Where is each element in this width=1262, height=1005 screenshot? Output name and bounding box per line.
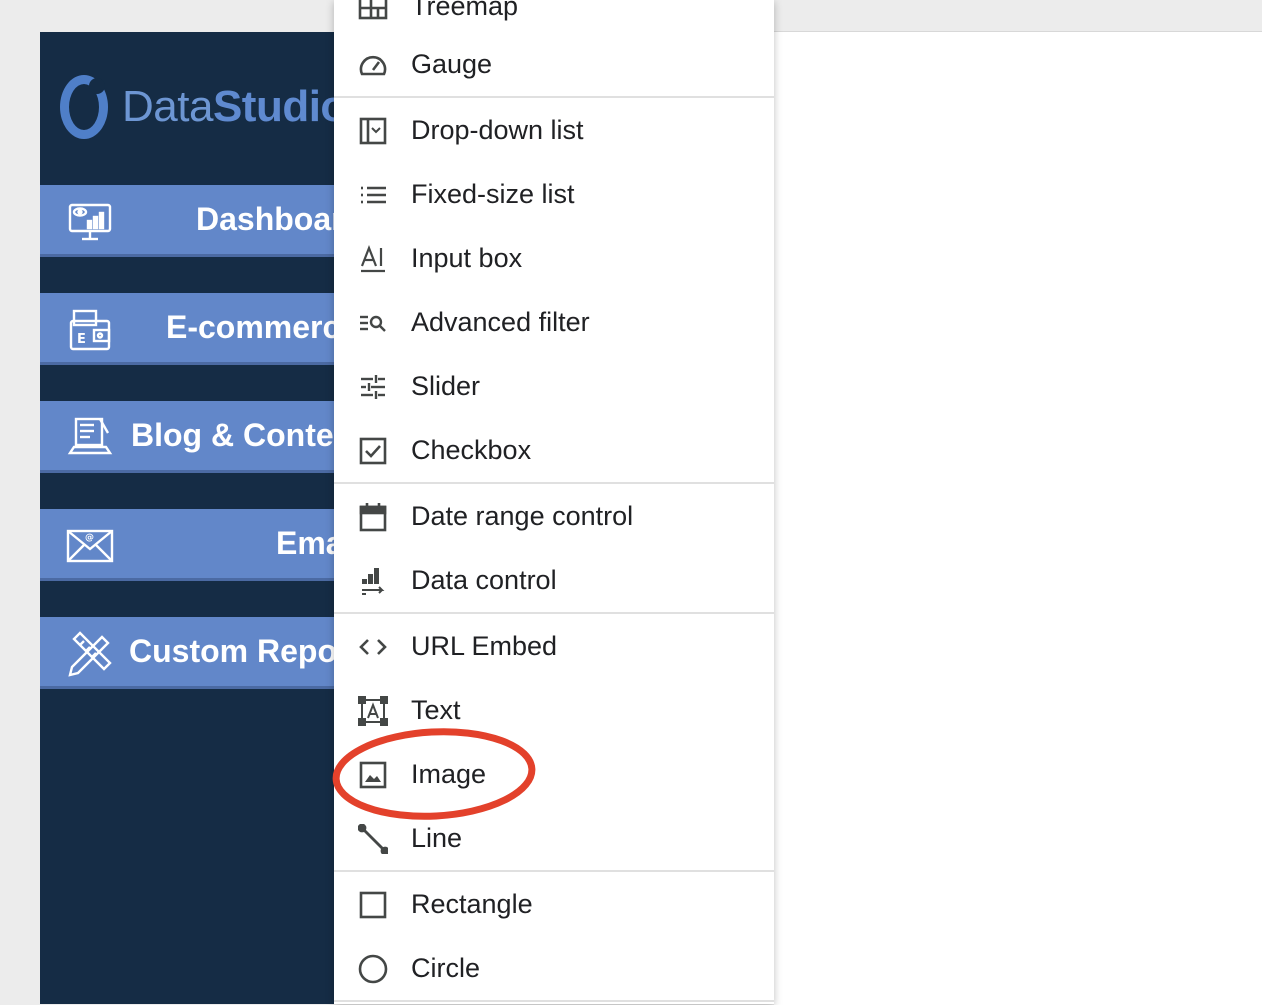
- menu-item-label: Text: [411, 694, 461, 725]
- report-canvas[interactable]: [774, 31, 1262, 1005]
- laptop-document-icon: [67, 417, 113, 455]
- nav-button-label: Blog & Content: [131, 417, 340, 453]
- menu-item-label: Gauge: [411, 48, 493, 79]
- menu-item-label: Circle: [411, 952, 481, 983]
- pencil-ruler-icon: [68, 631, 112, 677]
- checkbox-icon: [359, 437, 387, 465]
- menu-item-label: Fixed-size list: [411, 178, 575, 209]
- report-sidebar-panel: DataStudio Dashboard E E-commerce Blog &…: [40, 32, 340, 1004]
- menu-item-label: Input box: [411, 242, 523, 273]
- logo-text: DataStudio: [122, 82, 340, 131]
- nav-button-label: Dashboard: [196, 201, 340, 237]
- menu-item-gauge[interactable]: Gauge: [334, 32, 774, 96]
- menu-item-label: URL Embed: [411, 630, 558, 661]
- menu-item-data-control[interactable]: Data control: [334, 548, 774, 612]
- menu-item-label: Data control: [411, 564, 557, 595]
- datastudio-logo: DataStudio: [60, 62, 340, 152]
- menu-item-label: Line: [411, 822, 463, 853]
- insert-chart-menu: Treemap Gauge Drop-down list Fixed-size …: [334, 0, 774, 1004]
- menu-item-label: Rectangle: [411, 888, 533, 919]
- menu-item-label: Date range control: [411, 500, 634, 531]
- svg-text:E: E: [77, 332, 86, 347]
- gauge-icon: [359, 55, 387, 76]
- rectangle-icon: [359, 891, 387, 919]
- menu-item-rectangle[interactable]: Rectangle: [334, 872, 774, 936]
- nav-button-label: E-commerce: [166, 309, 340, 345]
- menu-divider: [334, 1000, 774, 1002]
- logo-ring-icon: [60, 75, 108, 139]
- monitor-analytics-icon: [68, 203, 112, 241]
- dropdown-list-icon: [359, 117, 387, 145]
- highlight-circle-annotation: [332, 728, 536, 820]
- nav-button-ecommerce[interactable]: E E-commerce: [40, 293, 340, 365]
- nav-button-label: Custom Reports: [129, 633, 340, 669]
- menu-item-label: Slider: [411, 370, 481, 401]
- nav-button-email[interactable]: @ Email: [40, 509, 340, 581]
- menu-item-checkbox[interactable]: Checkbox: [334, 418, 774, 482]
- menu-item-date-range-control[interactable]: Date range control: [334, 484, 774, 548]
- envelope-icon: @: [66, 529, 114, 563]
- menu-item-advanced-filter[interactable]: Advanced filter: [334, 290, 774, 354]
- treemap-icon: [358, 0, 388, 20]
- fixed-list-icon: [361, 186, 386, 204]
- menu-item-slider[interactable]: Slider: [334, 354, 774, 418]
- menu-item-fixed-size-list[interactable]: Fixed-size list: [334, 162, 774, 226]
- line-icon: [358, 824, 388, 854]
- menu-item-label: Drop-down list: [411, 114, 584, 145]
- nav-button-dashboard[interactable]: Dashboard: [40, 185, 340, 257]
- menu-item-label: Treemap: [411, 0, 519, 21]
- nav-button-blog-content[interactable]: Blog & Content: [40, 401, 340, 473]
- menu-item-circle[interactable]: Circle: [334, 936, 774, 1000]
- menu-item-dropdown-list[interactable]: Drop-down list: [334, 98, 774, 162]
- calendar-icon: [359, 503, 387, 532]
- advanced-filter-icon: [360, 315, 386, 332]
- menu-item-label: Advanced filter: [411, 306, 590, 337]
- menu-item-input-box[interactable]: Input box: [334, 226, 774, 290]
- code-icon: [359, 639, 387, 655]
- menu-item-url-embed[interactable]: URL Embed: [334, 614, 774, 678]
- data-control-icon: [362, 568, 385, 595]
- svg-text:@: @: [85, 533, 94, 543]
- nav-button-custom-reports[interactable]: Custom Reports: [40, 617, 340, 689]
- text-box-icon: [358, 696, 388, 726]
- slider-icon: [361, 375, 385, 399]
- wallet-icon: E: [69, 309, 111, 351]
- menu-item-label: Checkbox: [411, 434, 532, 465]
- input-box-icon: [360, 244, 385, 273]
- nav-button-label: Email: [276, 525, 340, 561]
- circle-icon: [358, 954, 388, 984]
